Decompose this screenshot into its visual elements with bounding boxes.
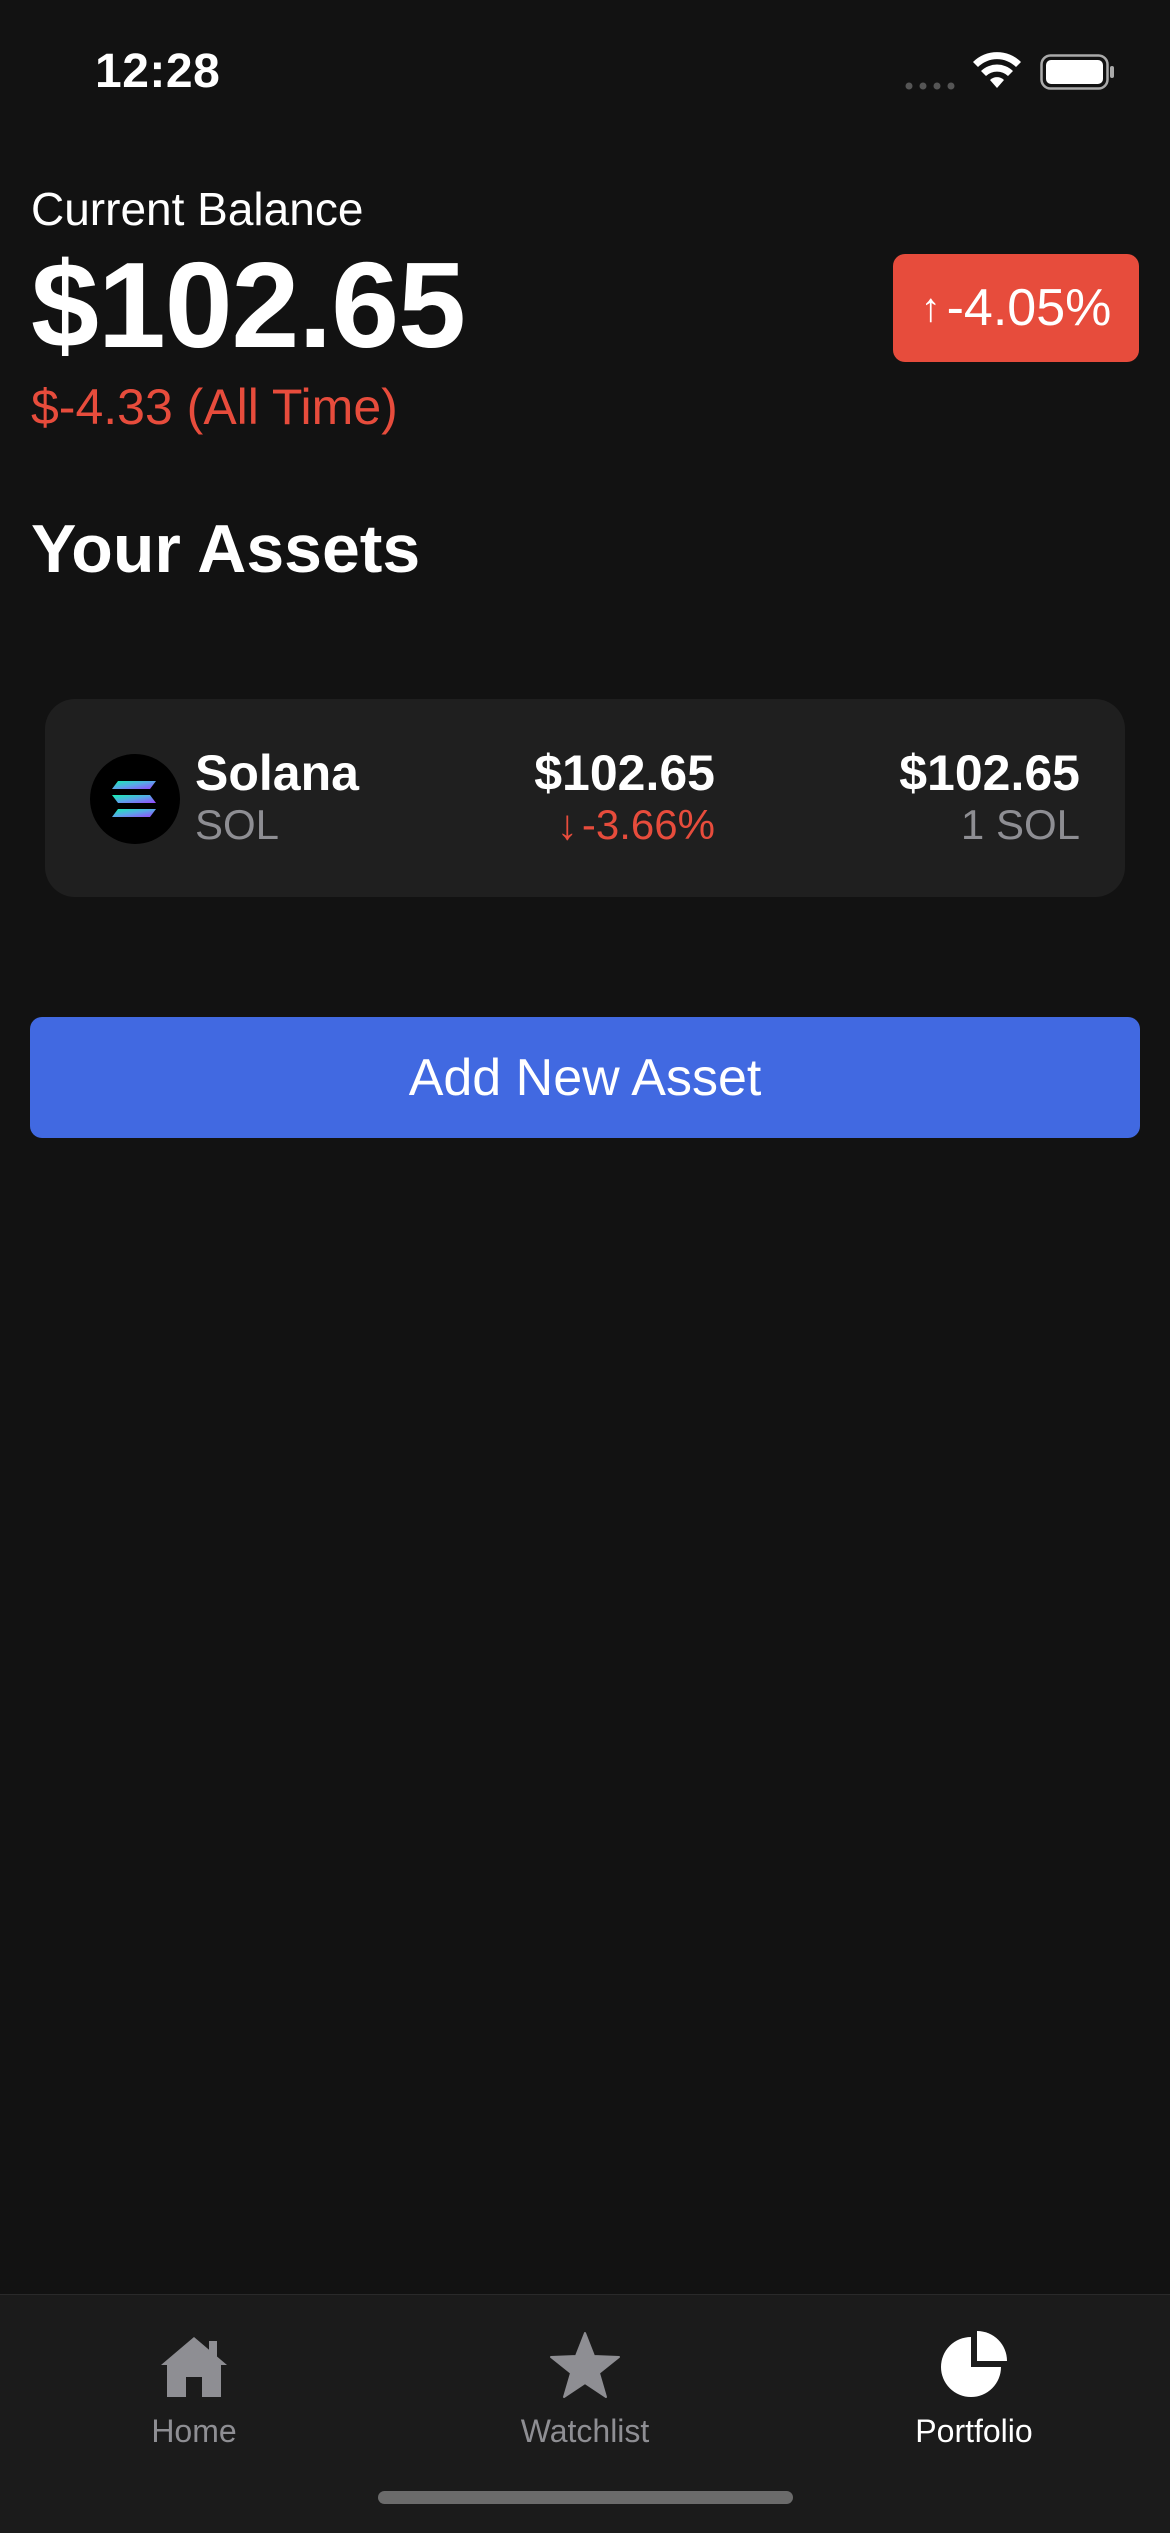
battery-icon	[1040, 54, 1114, 90]
status-bar: 12:28	[0, 0, 1170, 140]
asset-holding-quantity: 1 SOL	[960, 801, 1080, 848]
home-indicator[interactable]	[378, 2491, 793, 2504]
down-arrow-icon: ↓	[556, 801, 578, 848]
asset-price-change: ↓-3.66%	[557, 801, 715, 849]
assets-section-title: Your Assets	[31, 511, 421, 587]
wifi-icon	[973, 52, 1021, 88]
tab-watchlist[interactable]: Watchlist	[435, 2319, 735, 2459]
asset-name: Solana	[195, 745, 359, 801]
asset-price: $102.65	[534, 745, 715, 801]
tab-watchlist-label: Watchlist	[520, 2413, 650, 2449]
change-percent-value: -4.05%	[946, 279, 1112, 337]
tab-portfolio[interactable]: Portfolio	[824, 2319, 1124, 2459]
star-icon	[549, 2319, 621, 2399]
balance-value: $102.65	[31, 237, 466, 373]
pie-chart-icon	[939, 2319, 1009, 2399]
up-arrow-icon: ↑	[920, 285, 941, 330]
house-icon	[159, 2319, 229, 2399]
cellular-signal-icon	[905, 82, 955, 90]
status-time: 12:28	[95, 45, 221, 98]
asset-card-solana[interactable]: Solana SOL $102.65 ↓-3.66% $102.65 1 SOL	[45, 699, 1125, 897]
add-new-asset-button[interactable]: Add New Asset	[30, 1017, 1140, 1138]
balance-label: Current Balance	[31, 183, 364, 235]
solana-logo-icon	[90, 754, 180, 844]
all-time-change: $-4.33 (All Time)	[31, 379, 398, 435]
asset-change-value: -3.66%	[581, 801, 715, 848]
tab-portfolio-label: Portfolio	[915, 2413, 1033, 2449]
asset-holding-value: $102.65	[899, 745, 1080, 801]
tab-home-label: Home	[151, 2413, 237, 2449]
change-percent-badge: ↑ -4.05%	[893, 254, 1139, 362]
asset-symbol: SOL	[195, 801, 280, 848]
tab-home[interactable]: Home	[44, 2319, 344, 2459]
